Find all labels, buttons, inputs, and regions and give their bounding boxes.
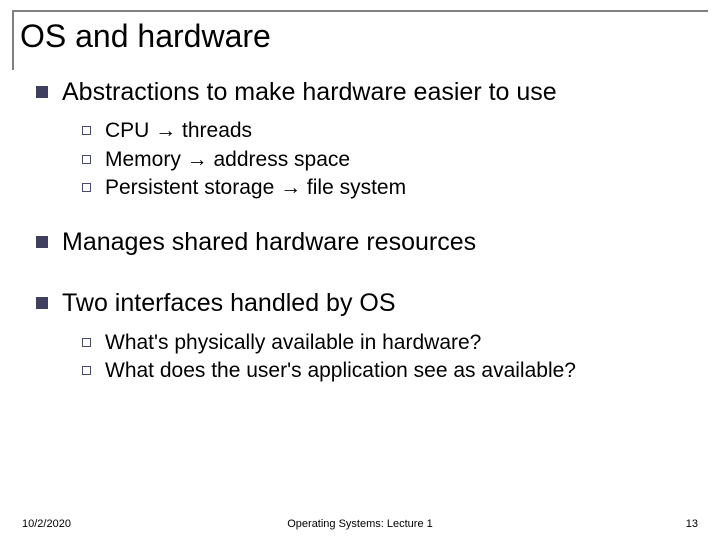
sub-bullet-text: What's physically available in hardware? — [105, 330, 481, 356]
slide-title: OS and hardware — [18, 16, 702, 55]
square-bullet-icon — [36, 236, 48, 248]
slide: OS and hardware Abstractions to make har… — [0, 0, 720, 540]
hollow-square-bullet-icon — [82, 183, 91, 192]
square-bullet-icon — [36, 86, 48, 98]
sub-list: What's physically available in hardware?… — [36, 330, 702, 385]
bullet-level2: What's physically available in hardware? — [82, 330, 702, 356]
bullet-level1: Abstractions to make hardware easier to … — [36, 77, 702, 108]
bullet-level1: Two interfaces handled by OS — [36, 288, 702, 319]
sub-text: Persistent storage → file system — [105, 176, 406, 199]
footer-page-number: 13 — [686, 518, 698, 530]
sub-list: CPU → threads Memory → address space Per… — [36, 118, 702, 201]
bullet-text: Two interfaces handled by OS — [62, 288, 396, 319]
bullet-text: Abstractions to make hardware easier to … — [62, 77, 557, 108]
bullet-level2: What does the user's application see as … — [82, 358, 702, 384]
sub-text: CPU → threads — [105, 119, 252, 142]
title-wrap: OS and hardware — [18, 10, 702, 55]
sub-bullet-text: CPU → threads — [105, 118, 252, 144]
sub-text: Memory → address space — [105, 148, 350, 171]
footer: 10/2/2020 Operating Systems: Lecture 1 1… — [0, 512, 720, 530]
hollow-square-bullet-icon — [82, 366, 91, 375]
sub-bullet-text: What does the user's application see as … — [105, 358, 576, 384]
content: Abstractions to make hardware easier to … — [18, 77, 702, 384]
hollow-square-bullet-icon — [82, 338, 91, 347]
bullet-level2: Persistent storage → file system — [82, 175, 702, 201]
bullet-level2: CPU → threads — [82, 118, 702, 144]
footer-title: Operating Systems: Lecture 1 — [0, 518, 720, 530]
sub-bullet-text: Persistent storage → file system — [105, 175, 406, 201]
bullet-text: Manages shared hardware resources — [62, 227, 476, 258]
bullet-level1: Manages shared hardware resources — [36, 227, 702, 258]
sub-bullet-text: Memory → address space — [105, 147, 350, 173]
hollow-square-bullet-icon — [82, 155, 91, 164]
bullet-level2: Memory → address space — [82, 147, 702, 173]
hollow-square-bullet-icon — [82, 126, 91, 135]
square-bullet-icon — [36, 297, 48, 309]
